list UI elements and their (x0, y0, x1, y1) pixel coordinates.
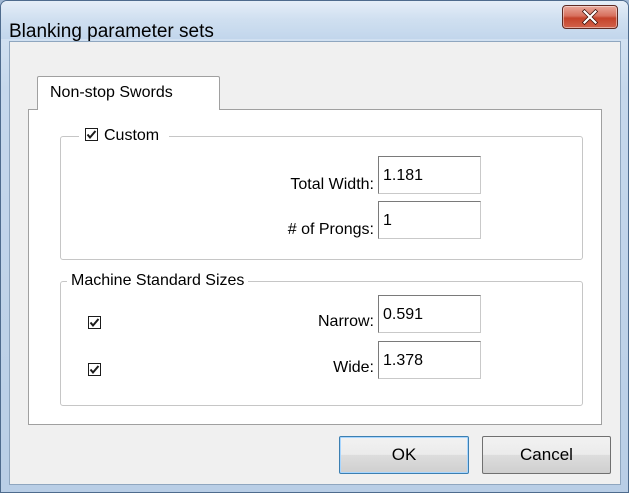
dialog-client-area: Non-stop Swords Custom Total Width: # of… (9, 41, 621, 485)
narrow-input[interactable] (378, 295, 481, 333)
custom-groupbox: Custom Total Width: # of Prongs: (60, 127, 583, 260)
dialog-window: Blanking parameter sets Non-stop Swords … (0, 0, 629, 493)
wide-input[interactable] (378, 341, 481, 379)
tab-non-stop-swords[interactable]: Non-stop Swords (37, 76, 220, 110)
wide-label: Wide: (333, 359, 374, 376)
num-prongs-label: # of Prongs: (287, 221, 374, 238)
standard-sizes-legend: Machine Standard Sizes (67, 272, 249, 290)
narrow-checkbox[interactable] (88, 316, 101, 329)
checkmark-icon (89, 318, 100, 328)
custom-checkbox[interactable] (85, 128, 98, 141)
num-prongs-input[interactable] (378, 201, 481, 239)
title-bar[interactable]: Blanking parameter sets (1, 1, 628, 42)
close-icon (581, 8, 599, 26)
machine-standard-sizes-groupbox: Machine Standard Sizes Narrow: Wide: (60, 272, 583, 406)
checkmark-icon (89, 365, 100, 375)
narrow-label: Narrow: (317, 313, 374, 330)
total-width-input[interactable] (378, 156, 481, 194)
ok-button[interactable]: OK (339, 436, 469, 474)
window-title: Blanking parameter sets (9, 21, 214, 42)
tab-label: Non-stop Swords (50, 84, 173, 101)
tab-panel: Custom Total Width: # of Prongs: Machine… (28, 109, 602, 425)
custom-group-legend: Custom (79, 127, 170, 145)
close-button[interactable] (562, 5, 618, 29)
cancel-button[interactable]: Cancel (482, 436, 611, 474)
custom-group-label: Custom (104, 127, 160, 144)
total-width-label: Total Width: (290, 176, 374, 193)
wide-checkbox[interactable] (88, 363, 101, 376)
checkmark-icon (86, 130, 97, 140)
